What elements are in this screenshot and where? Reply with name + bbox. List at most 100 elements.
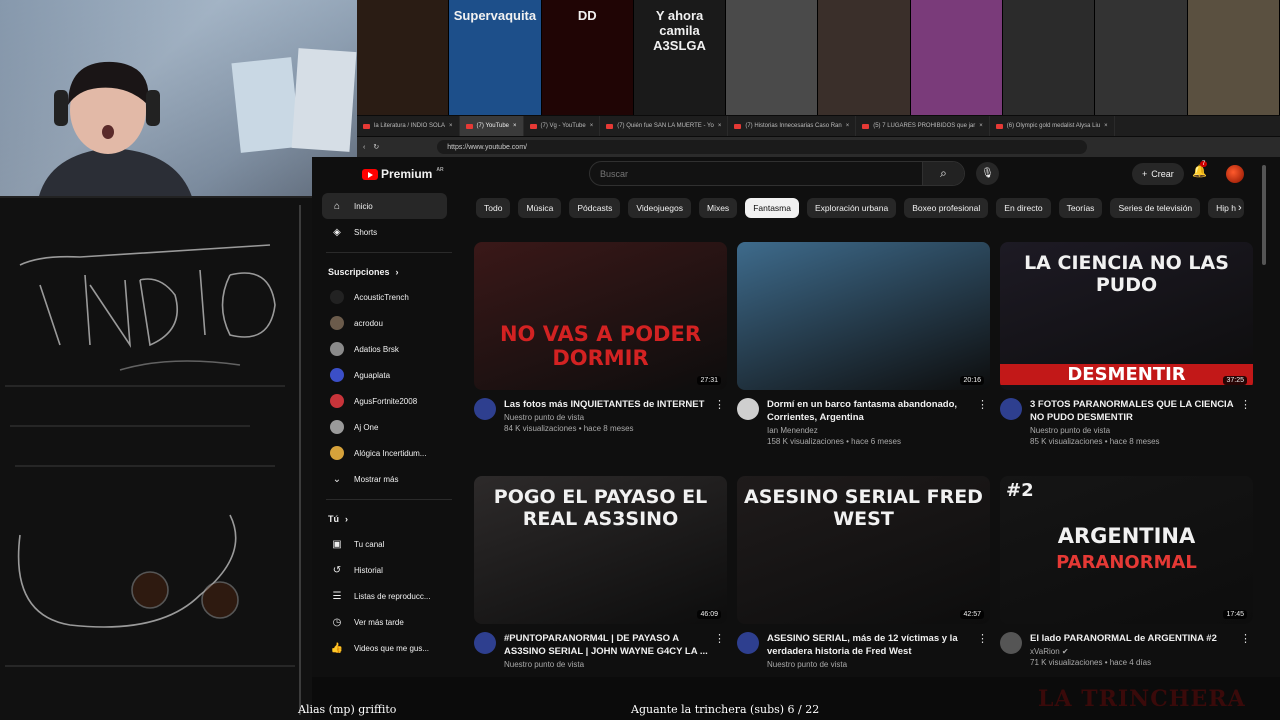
filter-chip[interactable]: Exploración urbana xyxy=(806,198,897,218)
browser-tab[interactable]: la Literatura / INDIO SOLA × xyxy=(357,116,460,136)
video-card[interactable]: ASESINO SERIAL FRED WEST 42:57 ASESINO SER… xyxy=(737,476,990,669)
sidebar-item-subscription[interactable]: Aj One xyxy=(322,414,447,440)
url-field[interactable]: https://www.youtube.com/ xyxy=(437,140,1088,154)
sidebar-item[interactable]: ⌂ Inicio xyxy=(322,193,447,219)
browser-tab[interactable]: (7) YouTube × xyxy=(459,116,524,136)
channel-name[interactable]: Nuestro punto de vista xyxy=(767,660,972,669)
sidebar-item-subscription[interactable]: acrodou xyxy=(322,310,447,336)
more-options-icon[interactable]: ⋮ xyxy=(1240,398,1251,411)
filter-chip[interactable]: Mixes xyxy=(698,198,738,218)
plus-icon: + xyxy=(1142,169,1148,179)
sidebar-item-you[interactable]: ↺ Historial xyxy=(322,557,447,583)
sidebar-item-subscription[interactable]: Alógica Incertidum... xyxy=(322,440,447,466)
channel-name[interactable]: xVaRion ✔ xyxy=(1030,647,1235,656)
sidebar-item-you[interactable]: ▣ Tu canal xyxy=(322,531,447,557)
video-thumbnail[interactable]: 20:16 xyxy=(737,242,990,390)
close-icon[interactable]: × xyxy=(979,123,983,129)
more-options-icon[interactable]: ⋮ xyxy=(714,632,725,645)
channel-avatar[interactable] xyxy=(474,632,496,654)
sidebar-item-label: acrodou xyxy=(354,318,383,328)
youtube-app: Premium AR ⌕ 🎙 + Crear 🔔 7 ⌂ Inicio ◈ Short… xyxy=(312,157,1280,677)
account-avatar[interactable] xyxy=(1226,165,1244,183)
browser-tab[interactable]: (6) Olympic gold medalist Alysa Liu × xyxy=(990,116,1115,136)
channel-name[interactable]: Nuestro punto de vista xyxy=(504,413,709,422)
video-thumbnail[interactable]: ASESINO SERIAL FRED WEST 42:57 xyxy=(737,476,990,624)
browser-tab[interactable]: (7) Historias Innecesarias Caso Ran × xyxy=(728,116,857,136)
close-icon[interactable]: × xyxy=(590,123,594,129)
banner-thumbnail-text: Y ahora camila A3SLGA xyxy=(653,8,706,53)
more-options-icon[interactable]: ⋮ xyxy=(977,398,988,411)
browser-tab[interactable]: (7) Quién fue SAN LA MUERTE - Yo × xyxy=(600,116,729,136)
video-card[interactable]: #2 ARGENTINA PARANORMAL 17:45 El lado PARANO… xyxy=(1000,476,1253,667)
sidebar-item-subscription[interactable]: AgusFortnite2008 xyxy=(322,388,447,414)
more-options-icon[interactable]: ⋮ xyxy=(1240,632,1251,645)
filter-chip[interactable]: Series de televisión xyxy=(1110,198,1201,218)
video-thumbnail[interactable]: #2 ARGENTINA PARANORMAL 17:45 xyxy=(1000,476,1253,624)
voice-search-button[interactable]: 🎙 xyxy=(976,162,999,185)
sidebar-item-you[interactable]: ◷ Ver más tarde xyxy=(322,609,447,635)
sidebar-item-label: Adatios Brsk xyxy=(354,344,399,354)
video-title[interactable]: Dormí en un barco fantasma abandonado, C… xyxy=(767,398,972,424)
filter-chip[interactable]: Fantasma xyxy=(745,198,799,218)
video-title[interactable]: 3 FOTOS PARANORMALES QUE LA CIENCIA NO P… xyxy=(1030,398,1235,424)
show-more-button[interactable]: ⌄ Mostrar más xyxy=(322,466,447,492)
close-icon[interactable]: × xyxy=(449,123,453,129)
search-input[interactable] xyxy=(590,162,922,185)
notifications-button[interactable]: 🔔 7 xyxy=(1192,161,1208,178)
video-card[interactable]: 20:16 Dormí en un barco fantasma abandona… xyxy=(737,242,990,446)
chips-next-icon[interactable]: › xyxy=(1238,202,1242,214)
scrollbar[interactable] xyxy=(1262,165,1266,265)
create-button[interactable]: + Crear xyxy=(1132,163,1184,185)
video-card[interactable]: POGO EL PAYASO EL REAL AS3SINO 46:09 #PUNT… xyxy=(474,476,727,669)
filter-chip[interactable]: Pódcasts xyxy=(569,198,621,218)
channel-avatar[interactable] xyxy=(1000,632,1022,654)
filter-chip[interactable]: Videojuegos xyxy=(628,198,691,218)
you-heading[interactable]: Tú › xyxy=(328,507,462,531)
sidebar-item[interactable]: ◈ Shorts xyxy=(322,219,447,245)
close-icon[interactable]: × xyxy=(1104,123,1108,129)
filter-chip[interactable]: Teorías xyxy=(1058,198,1103,218)
video-title[interactable]: ASESINO SERIAL, más de 12 víctimas y la … xyxy=(767,632,972,658)
video-thumbnail[interactable]: POGO EL PAYASO EL REAL AS3SINO 46:09 xyxy=(474,476,727,624)
filter-chip[interactable]: Boxeo profesional xyxy=(904,198,989,218)
channel-avatar[interactable] xyxy=(474,398,496,420)
channel-avatar[interactable] xyxy=(737,398,759,420)
subscriptions-heading[interactable]: Suscripciones › xyxy=(328,260,462,284)
browser-tab[interactable]: (5) 7 LUGARES PROHIBIDOS que jar × xyxy=(856,116,990,136)
video-title[interactable]: #PUNTOPARANORM4L | DE PAYASO A AS3SINO S… xyxy=(504,632,709,658)
sidebar-item-subscription[interactable]: Adatios Brsk xyxy=(322,336,447,362)
filter-chip[interactable]: Todo xyxy=(476,198,511,218)
more-options-icon[interactable]: ⋮ xyxy=(977,632,988,645)
sidebar-item-subscription[interactable]: AcousticTrench xyxy=(322,284,447,310)
sidebar-item-label: AgusFortnite2008 xyxy=(354,396,418,406)
sidebar-item-you[interactable]: 👍 Videos que me gus... xyxy=(322,635,447,661)
channel-name[interactable]: Nuestro punto de vista xyxy=(504,660,709,669)
channel-avatar[interactable] xyxy=(1000,398,1022,420)
search-button[interactable]: ⌕ xyxy=(922,162,964,185)
video-card[interactable]: NO VAS A PODER DORMIR 27:31 Las fotos más … xyxy=(474,242,727,433)
video-info: Las fotos más INQUIETANTES de INTERNET Nu… xyxy=(504,398,709,433)
sidebar-item-you[interactable]: ☰ Listas de reproducc... xyxy=(322,583,447,609)
channel-name[interactable]: Ian Menendez xyxy=(767,426,972,435)
back-icon[interactable]: ‹ xyxy=(363,144,365,151)
filter-chip[interactable]: Música xyxy=(518,198,562,218)
sidebar-item-subscription[interactable]: Aguaplata xyxy=(322,362,447,388)
filter-chip[interactable]: En directo xyxy=(996,198,1051,218)
sidebar: ⌂ Inicio ◈ Shorts Suscripciones › AcousticTren… xyxy=(312,193,462,677)
browser-tab[interactable]: (7) Vg - YouTube × xyxy=(524,116,601,136)
close-icon[interactable]: × xyxy=(718,123,722,129)
video-card[interactable]: LA CIENCIA NO LAS PUDO DESMENTIR 37:25 3 FO… xyxy=(1000,242,1253,446)
refresh-icon[interactable]: ↻ xyxy=(373,143,379,151)
more-options-icon[interactable]: ⋮ xyxy=(714,398,725,411)
video-title[interactable]: Las fotos más INQUIETANTES de INTERNET xyxy=(504,398,709,411)
close-icon[interactable]: × xyxy=(846,123,850,129)
logo-text: Premium xyxy=(381,167,433,181)
video-thumbnail[interactable]: LA CIENCIA NO LAS PUDO DESMENTIR 37:25 xyxy=(1000,242,1253,390)
close-icon[interactable]: × xyxy=(513,123,517,129)
youtube-logo[interactable]: Premium AR xyxy=(362,167,444,181)
divider xyxy=(326,252,452,253)
video-thumbnail[interactable]: NO VAS A PODER DORMIR 27:31 xyxy=(474,242,727,390)
channel-avatar[interactable] xyxy=(737,632,759,654)
channel-name[interactable]: Nuestro punto de vista xyxy=(1030,426,1235,435)
video-title[interactable]: El lado PARANORMAL de ARGENTINA #2 xyxy=(1030,632,1235,645)
